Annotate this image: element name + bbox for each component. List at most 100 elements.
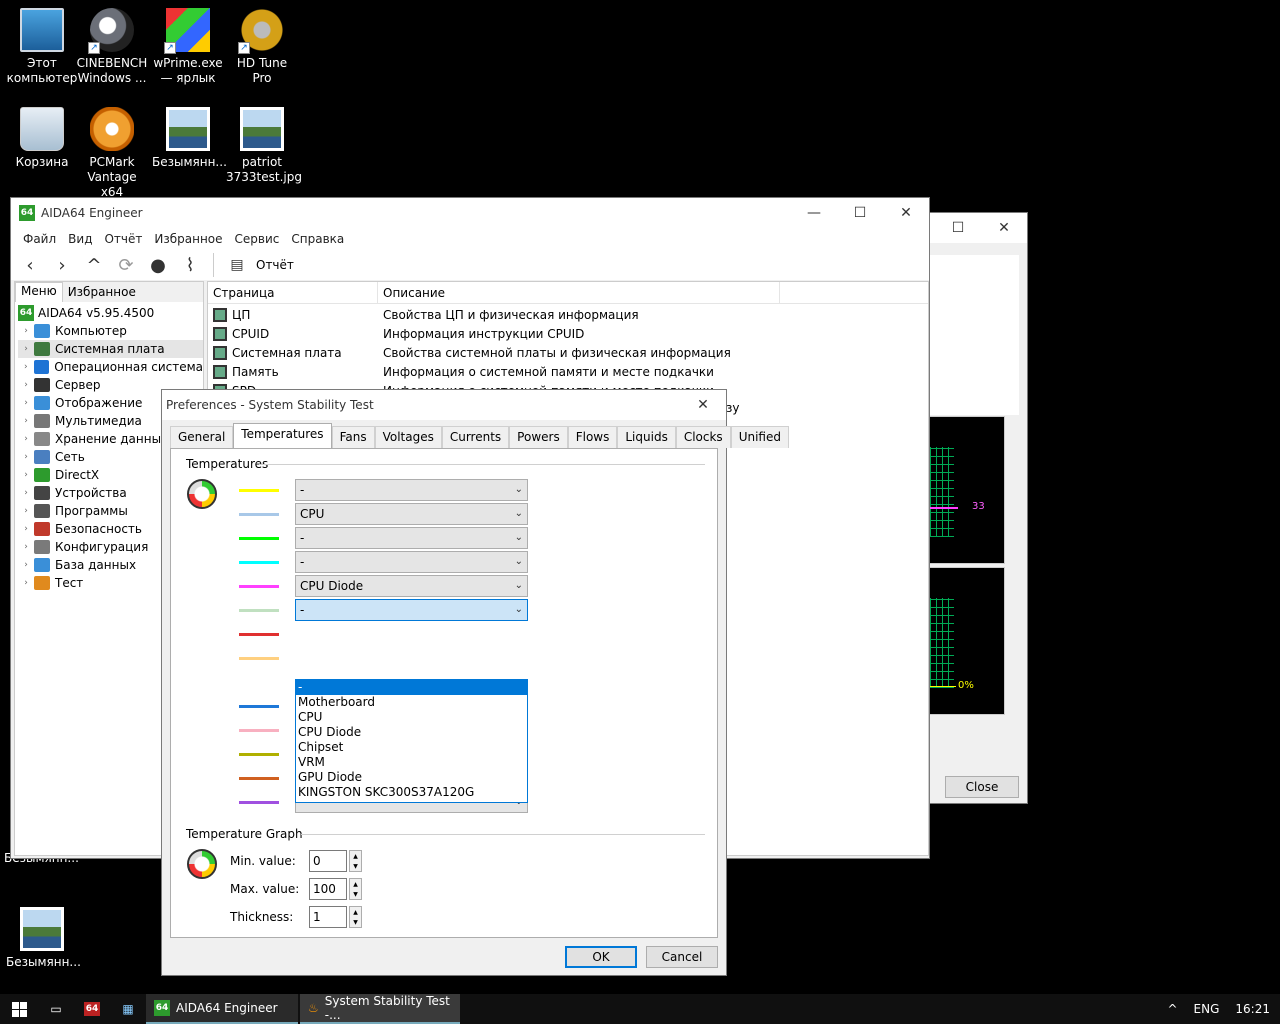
sensor-color-swatch[interactable] [239, 513, 279, 516]
tab-temperatures[interactable]: Temperatures [233, 423, 332, 448]
expand-arrow-icon[interactable]: › [18, 416, 34, 426]
sensor-color-swatch[interactable] [239, 585, 279, 588]
maximize-icon[interactable]: ☐ [935, 213, 981, 243]
sensor-color-swatch[interactable] [239, 489, 279, 492]
sensor-color-swatch[interactable] [239, 705, 279, 708]
sensor-color-swatch[interactable] [239, 537, 279, 540]
sensor-color-swatch[interactable] [239, 753, 279, 756]
chart-icon[interactable]: ⌇ [177, 252, 203, 278]
max-value-input[interactable]: 100 [309, 878, 347, 900]
tab-clocks[interactable]: Clocks [675, 426, 731, 448]
task-view-icon[interactable]: ▭ [38, 994, 74, 1024]
desktop-icon[interactable]: Безымянн... [152, 107, 227, 170]
thickness-input[interactable]: 1 [309, 906, 347, 928]
expand-arrow-icon[interactable]: › [18, 470, 34, 480]
start-button[interactable] [0, 994, 38, 1024]
min-value-input[interactable]: 0 [309, 850, 347, 872]
minimize-icon[interactable]: — [791, 198, 837, 228]
tree-item[interactable]: › Системная плата [18, 340, 203, 358]
sensor-color-swatch[interactable] [239, 777, 279, 780]
desktop-icon[interactable]: ↗ HD Tune Pro [226, 8, 298, 86]
tab-favorites[interactable]: Избранное [63, 282, 141, 302]
expand-arrow-icon[interactable]: › [18, 542, 34, 552]
expand-arrow-icon[interactable]: › [18, 452, 34, 462]
dropdown-option[interactable]: CPU [296, 710, 527, 725]
sensor-select[interactable]: -⌄ [295, 599, 528, 621]
menu-item[interactable]: Отчёт [98, 232, 148, 246]
app-pinned-icon[interactable]: ▦ [110, 994, 146, 1024]
language-indicator[interactable]: ENG [1186, 994, 1228, 1024]
expand-arrow-icon[interactable]: › [18, 398, 34, 408]
column-header-description[interactable]: Описание [378, 282, 780, 303]
tab-liquids[interactable]: Liquids [617, 426, 676, 448]
tab-fans[interactable]: Fans [331, 426, 375, 448]
expand-arrow-icon[interactable]: › [18, 380, 34, 390]
close-icon[interactable]: ✕ [680, 390, 726, 420]
maximize-icon[interactable]: ☐ [837, 198, 883, 228]
tab-voltages[interactable]: Voltages [374, 426, 442, 448]
desktop-icon[interactable]: PCMark Vantage x64 [76, 107, 148, 200]
tab-powers[interactable]: Powers [509, 426, 568, 448]
desktop-icon[interactable]: Этот компьютер [6, 8, 78, 86]
desktop-icon[interactable]: Безымянн... [6, 907, 81, 970]
close-button[interactable]: Close [945, 776, 1019, 798]
expand-arrow-icon[interactable]: › [18, 488, 34, 498]
sensor-select[interactable]: -⌄ [295, 527, 528, 549]
dropdown-option[interactable]: - [296, 680, 527, 695]
max-value-stepper[interactable]: ▲ ▼ [349, 878, 362, 900]
dropdown-option[interactable]: GPU Diode [296, 770, 527, 785]
sensor-select[interactable]: -⌄ [295, 551, 528, 573]
cancel-button[interactable]: Cancel [646, 946, 718, 968]
sensor-color-swatch[interactable] [239, 657, 279, 660]
forward-arrow-icon[interactable]: › [49, 252, 75, 278]
dialog-titlebar[interactable]: Preferences - System Stability Test ✕ [162, 390, 726, 420]
dropdown-option[interactable]: Motherboard [296, 695, 527, 710]
table-row[interactable]: ЦП Свойства ЦП и физическая информация [213, 305, 928, 324]
expand-arrow-icon[interactable]: › [18, 344, 34, 354]
ok-button[interactable]: OK [565, 946, 637, 968]
tree-root[interactable]: 64 AIDA64 v5.95.4500 [18, 304, 203, 322]
refresh-icon[interactable]: ⟳ [113, 252, 139, 278]
taskbar-item-stability-test[interactable]: ♨ System Stability Test -... [300, 994, 460, 1024]
dropdown-option[interactable]: VRM [296, 755, 527, 770]
preferences-dialog[interactable]: Preferences - System Stability Test ✕ Ge… [161, 389, 789, 976]
menu-item[interactable]: Сервис [229, 232, 286, 246]
dropdown-option[interactable]: CPU Diode [296, 725, 527, 740]
tree-item[interactable]: › Операционная система [18, 358, 203, 376]
close-icon[interactable]: ✕ [981, 213, 1027, 243]
user-icon[interactable]: ● [145, 252, 171, 278]
sensor-select[interactable]: CPU Diode ⌄ [295, 575, 528, 597]
tab-general[interactable]: General [170, 426, 234, 448]
menu-item[interactable]: Файл [17, 232, 62, 246]
sensor-select[interactable]: CPU ⌄ [295, 503, 528, 525]
sensor-color-swatch[interactable] [239, 801, 279, 804]
report-button[interactable]: Отчёт [256, 258, 294, 272]
sensor-color-swatch[interactable] [239, 633, 279, 636]
back-arrow-icon[interactable]: ‹ [17, 252, 43, 278]
min-value-stepper[interactable]: ▲ ▼ [349, 850, 362, 872]
column-header-page[interactable]: Страница [208, 282, 378, 303]
table-row[interactable]: Память Информация о системной памяти и ме… [213, 362, 928, 381]
dropdown-option[interactable]: Chipset [296, 740, 527, 755]
table-row[interactable]: Системная плата Свойства системной платы … [213, 343, 928, 362]
sensor-color-swatch[interactable] [239, 729, 279, 732]
close-icon[interactable]: ✕ [883, 198, 929, 228]
sensor-dropdown-list[interactable]: - Motherboard CPU CPU Diode Chipset VRM GPU Di… [295, 679, 528, 803]
sensor-color-swatch[interactable] [239, 681, 279, 684]
desktop-icon[interactable]: ↗ CINEBENCH Windows ... [76, 8, 148, 86]
aida64-pinned-icon[interactable]: 64 [74, 994, 110, 1024]
stability-test-window[interactable]: ☐ ✕ 33 0% Close [928, 212, 1028, 804]
tab-flows[interactable]: Flows [567, 426, 618, 448]
dropdown-option[interactable]: KINGSTON SKC300S37A120G [296, 785, 527, 800]
expand-arrow-icon[interactable]: › [18, 578, 34, 588]
sensor-color-swatch[interactable] [239, 561, 279, 564]
expand-arrow-icon[interactable]: › [18, 560, 34, 570]
expand-arrow-icon[interactable]: › [18, 326, 34, 336]
taskbar-item-aida64[interactable]: 64 AIDA64 Engineer [146, 994, 298, 1024]
tab-currents[interactable]: Currents [441, 426, 510, 448]
menu-item[interactable]: Справка [285, 232, 350, 246]
expand-arrow-icon[interactable]: › [18, 362, 34, 372]
sensor-select[interactable]: -⌄ [295, 479, 528, 501]
tray-chevron-icon[interactable]: ^ [1159, 994, 1185, 1024]
tab-menu[interactable]: Меню [15, 282, 63, 302]
